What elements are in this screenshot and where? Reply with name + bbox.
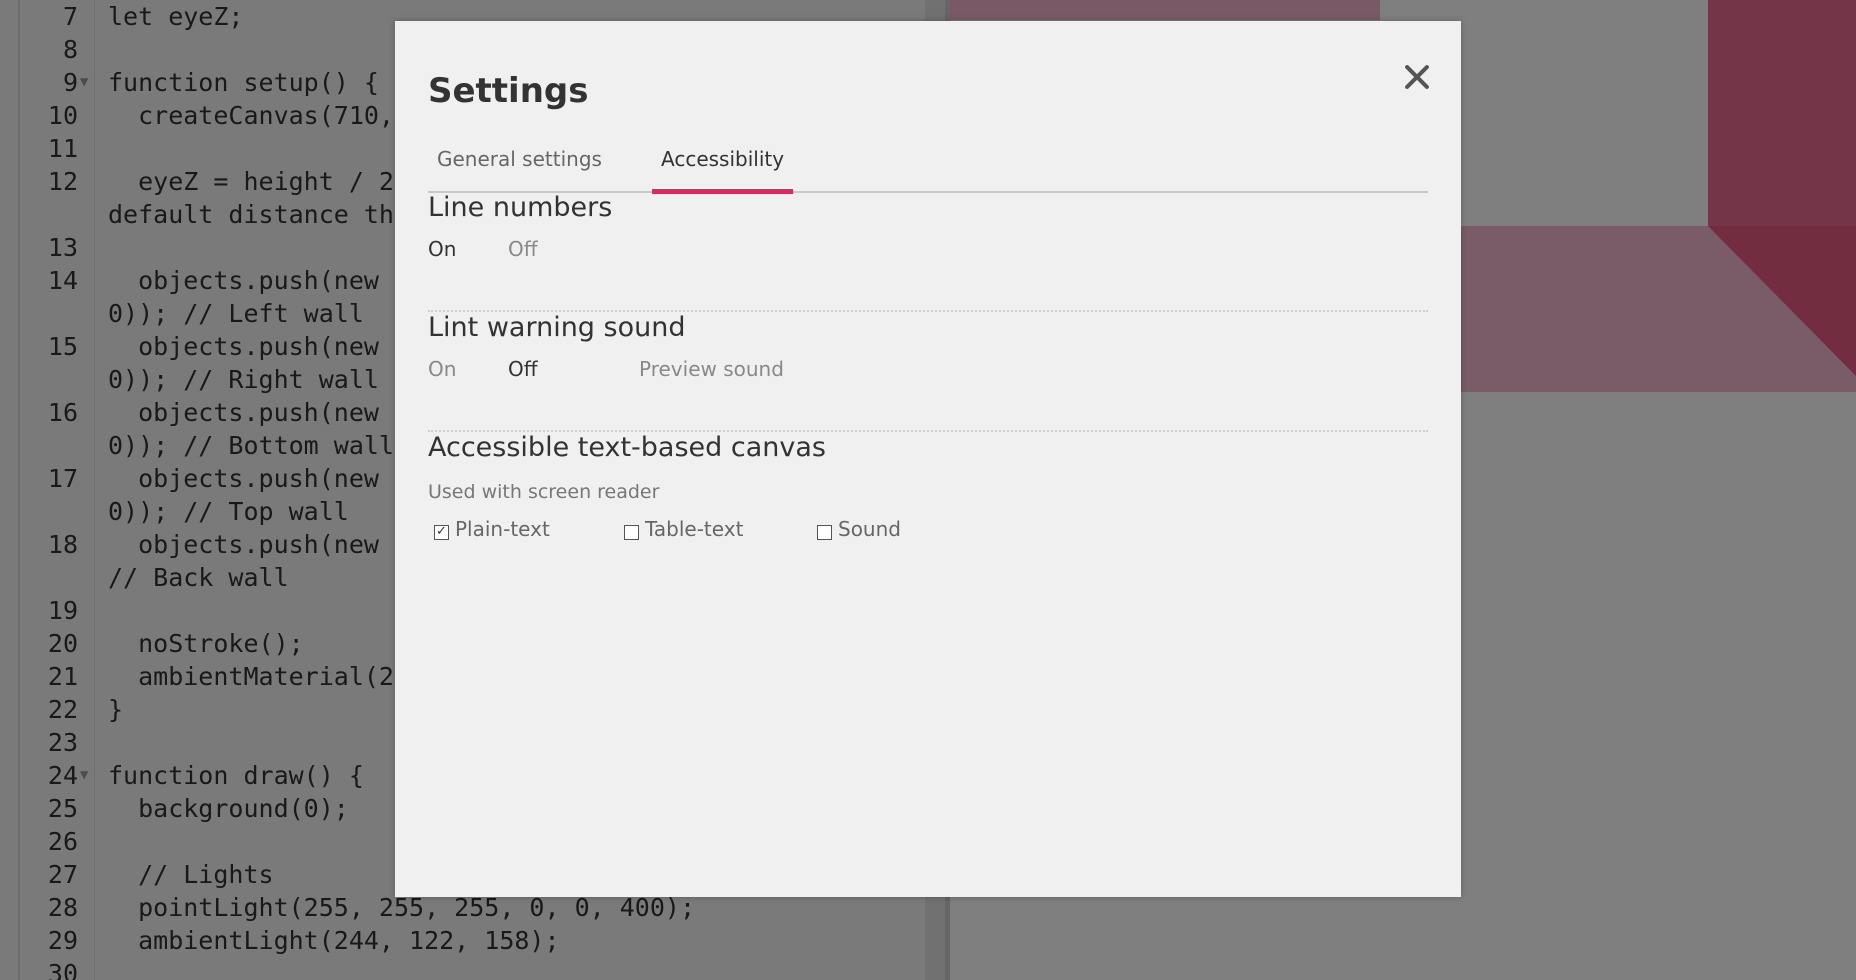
close-icon[interactable] [1395,56,1439,100]
sound-checkbox[interactable]: Sound [817,517,901,541]
line-numbers-title: Line numbers [428,192,613,223]
text-canvas-helper: Used with screen reader [428,481,660,503]
lint-sound-title: Lint warning sound [428,312,686,343]
text-canvas-title: Accessible text-based canvas [428,432,826,463]
settings-tabs: General settings Accessibility [428,129,1428,194]
checkbox-unchecked-icon[interactable] [817,524,832,540]
tab-general-settings[interactable]: General settings [428,147,611,189]
checkbox-unchecked-icon[interactable] [624,524,639,540]
table-text-label: Table-text [645,517,744,541]
line-numbers-section: Line numbers On Off [428,192,1428,312]
checkbox-checked-icon[interactable]: ✓ [434,524,449,540]
plain-text-checkbox[interactable]: ✓ Plain-text [434,517,550,541]
tab-accessibility[interactable]: Accessibility [652,147,794,194]
table-text-checkbox[interactable]: Table-text [624,517,743,541]
lint-sound-on[interactable]: On [428,357,456,381]
line-numbers-on[interactable]: On [428,237,456,261]
lint-sound-section: Lint warning sound On Off Preview sound [428,312,1428,432]
modal-title: Settings [428,71,589,111]
settings-modal: Settings General settings Accessibility … [395,21,1461,897]
text-canvas-section: Accessible text-based canvas Used with s… [428,432,1428,572]
plain-text-label: Plain-text [455,517,550,541]
sound-label: Sound [838,517,901,541]
preview-sound-button[interactable]: Preview sound [639,357,784,381]
line-numbers-off[interactable]: Off [508,237,538,261]
lint-sound-off[interactable]: Off [508,357,538,381]
